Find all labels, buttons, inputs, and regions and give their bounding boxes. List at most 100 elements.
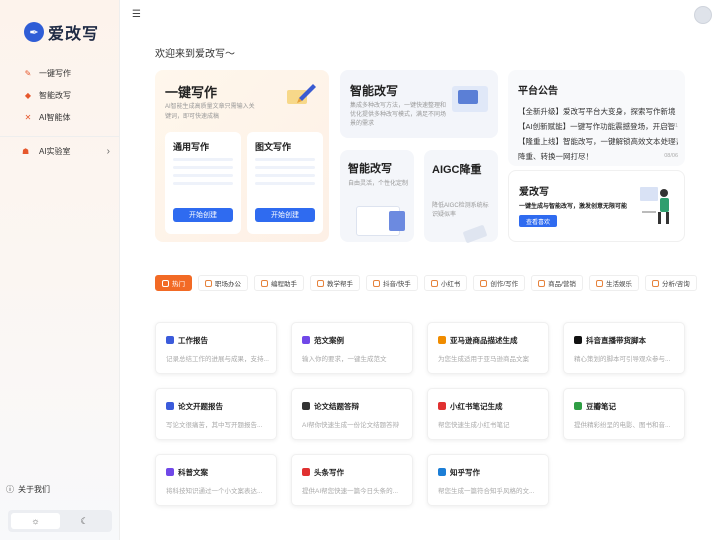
rewrite-card-sub: 集成多种改写方法，一键快速整理和优化提供多种改写模式，满足不同场景的需求 (350, 103, 447, 127)
tile-title: 通用写作 (173, 142, 210, 152)
tool-card[interactable]: 科普文案将科技知识通过一个小文案表达... (155, 454, 277, 506)
tool-icon (166, 336, 174, 344)
sidebar-item-agent[interactable]: ✕ AI智能体 (22, 106, 112, 128)
start-create-button[interactable]: 开始创建 (255, 208, 315, 222)
rewrite-small-card[interactable]: 智能改写 自由灵活，个性化定制 (340, 150, 414, 242)
sidebar-item-rewrite[interactable]: ◆ 智能改写 (22, 84, 112, 106)
menu-toggle-icon[interactable]: ☰ (132, 9, 141, 20)
about-label: 关于我们 (18, 485, 50, 494)
tab-icon (317, 279, 324, 287)
aigc-title: AIGC降重 (432, 164, 482, 176)
tool-desc: 输入你的要求，一键生成范文 (302, 356, 387, 363)
tab-icon (205, 279, 212, 287)
tool-card[interactable]: 范文案例 输入你的要求，一键生成范文 (291, 322, 413, 374)
tool-desc: 提供精彩纷呈的电影、图书和音... (574, 422, 671, 429)
avatar[interactable] (694, 6, 712, 24)
tool-card[interactable]: 小红书笔记生成 帮您快速生成小红书笔记 (427, 388, 549, 440)
write-card-title: 一键写作 (165, 85, 218, 100)
tool-card[interactable]: 头条写作 提供AI帮您快速一篇今日头条的... (291, 454, 413, 506)
tool-icon (438, 468, 446, 476)
cross-icon: ✕ (24, 112, 32, 122)
tab-1[interactable]: 职场办公 (198, 275, 248, 291)
sidebar-item-lab[interactable]: ☗ AI实验室 › (22, 146, 110, 157)
tab-label: 职场办公 (215, 281, 241, 288)
tool-card[interactable]: 论文开题报告 写论文很痛苦，其中写开题报告... (155, 388, 277, 440)
rewrite-card-title: 智能改写 (350, 84, 399, 98)
aigc-card[interactable]: AIGC降重 降低AIGC检测系统标识疑似率 (424, 150, 498, 244)
notice-title: 平台公告 (518, 86, 558, 97)
tool-icon (438, 402, 446, 410)
app-name: 爱改写 (48, 26, 100, 43)
tile-lines (255, 158, 315, 190)
tool-icon (302, 468, 310, 476)
tab-label: 分析/咨询 (661, 281, 690, 288)
aigc-sub: 降低AIGC检测系统标识疑似率 (432, 203, 489, 218)
sidebar-item-label: 一键写作 (39, 68, 71, 78)
sun-icon[interactable]: ☼ (11, 513, 60, 529)
notice-text: 【AI创新赋能】一键写作功能震撼登场，开启智 (518, 122, 676, 131)
tab-8[interactable]: 生活娱乐 (588, 275, 639, 291)
tool-title: 论文结题答辩 (314, 402, 359, 411)
tab-0[interactable]: 热门 (155, 275, 192, 291)
tile-title: 图文写作 (255, 142, 292, 152)
tile-image-write[interactable]: 图文写作 开始创建 (247, 132, 323, 234)
cube-illustration-icon (462, 224, 488, 244)
tab-2[interactable]: 编程助手 (254, 275, 304, 291)
logo-icon: ✒ (24, 22, 44, 42)
sidebar-item-label: 智能改写 (39, 90, 71, 100)
tool-icon (166, 468, 174, 476)
tool-card[interactable]: 工作报告 记录总结工作的进展与成果，支持... (155, 322, 277, 374)
tab-icon (261, 279, 268, 287)
sidebar-item-label: AI智能体 (39, 112, 71, 122)
tab-7[interactable]: 商品/营销 (531, 275, 583, 291)
tool-title: 科普文案 (178, 468, 208, 477)
tab-9[interactable]: 分析/咨询 (644, 275, 697, 291)
theme-switch: ☼ ☾ (8, 510, 112, 532)
tab-label: 创作/写作 (490, 281, 519, 288)
tool-card[interactable]: 豆瓣笔记 提供精彩纷呈的电影、图书和音... (563, 388, 685, 440)
tool-title: 知乎写作 (450, 468, 480, 477)
tab-label: 商品/营销 (548, 281, 576, 288)
logo[interactable]: ✒ 爱改写 (24, 20, 99, 44)
document-illustration-icon (356, 206, 405, 236)
tab-3[interactable]: 教学帮手 (310, 275, 360, 291)
tool-desc: 为您生成适用于亚马逊商品文案 (438, 356, 529, 363)
promo-card: 爱改写 一键生成与智能改写，激发创意无限可能 查看喜欢 (508, 170, 685, 242)
notice-item[interactable]: 【全新升级】爱改写平台大变身，探索写作新境 (518, 104, 678, 119)
notice-item[interactable]: 【AI创新赋能】一键写作功能震撼登场，开启智 08/01 (518, 119, 678, 134)
write-card[interactable]: 一键写作 AI智能生成高质量文章只需输入关键词，即可快速成稿 通用写作 开始创建… (155, 70, 329, 242)
start-create-button[interactable]: 开始创建 (173, 208, 233, 222)
notice-item[interactable]: 降重、转换一网打尽！ 08/06 (518, 149, 678, 164)
tile-general-write[interactable]: 通用写作 开始创建 (165, 132, 241, 234)
promo-button[interactable]: 查看喜欢 (519, 215, 557, 227)
notice-text: 【全新升级】爱改写平台大变身，探索写作新境 (518, 107, 676, 116)
promo-title: 爱改写 (519, 187, 549, 198)
tool-card[interactable]: 亚马逊商品描述生成 为您生成适用于亚马逊商品文案 (427, 322, 549, 374)
tab-6[interactable]: 创作/写作 (473, 275, 526, 291)
tab-label: 生活娱乐 (605, 281, 632, 288)
tool-desc: AI帮你快速生成一份论文结题答辩 (302, 422, 400, 429)
moon-icon[interactable]: ☾ (60, 513, 109, 529)
tool-desc: 帮您生成一篇符合知乎风格的文... (438, 488, 535, 495)
sidebar-item-write[interactable]: ✎ 一键写作 (22, 62, 112, 84)
tool-card[interactable]: 论文结题答辩 AI帮你快速生成一份论文结题答辩 (291, 388, 413, 440)
category-tabs: 热门 职场办公 编程助手 教学帮手 抖音/快手 小红书 创作/写作 商品/营销 生活娱乐 分析/咨… (155, 275, 697, 291)
tab-4[interactable]: 抖音/快手 (366, 275, 418, 291)
sidebar: ✒ 爱改写 ✎ 一键写作 ◆ 智能改写 ✕ AI智能体 ☗ AI实验室 › ⓘ … (0, 0, 120, 540)
tab-icon (595, 279, 603, 287)
tool-desc: 将科技知识通过一个小文案表达... (166, 488, 263, 495)
tool-card[interactable]: 知乎写作帮您生成一篇符合知乎风格的文... (427, 454, 549, 506)
sidebar-divider (0, 136, 120, 137)
tool-desc: 精心策划的脚本可引导观众参与... (574, 356, 671, 363)
page-title: 欢迎来到爱改写～ (155, 49, 235, 60)
tool-desc: 记录总结工作的进展与成果，支持... (166, 356, 269, 363)
tab-icon (480, 279, 488, 287)
rewrite-card[interactable]: 智能改写 集成多种改写方法，一键快速整理和优化提供多种改写模式，满足不同场景的需… (340, 70, 498, 138)
tab-5[interactable]: 小红书 (423, 275, 468, 291)
tool-card[interactable]: 抖音直播带货脚本 精心策划的脚本可引导观众参与... (563, 322, 685, 374)
tool-icon (574, 336, 582, 344)
about-link[interactable]: ⓘ 关于我们 (6, 484, 50, 495)
notice-item[interactable]: 【隆重上线】智能改写，一键解锁高效文本处理，改写、08/03 (518, 134, 678, 149)
notice-date: 08/01 (664, 123, 678, 129)
pen-icon: ✎ (24, 68, 32, 78)
